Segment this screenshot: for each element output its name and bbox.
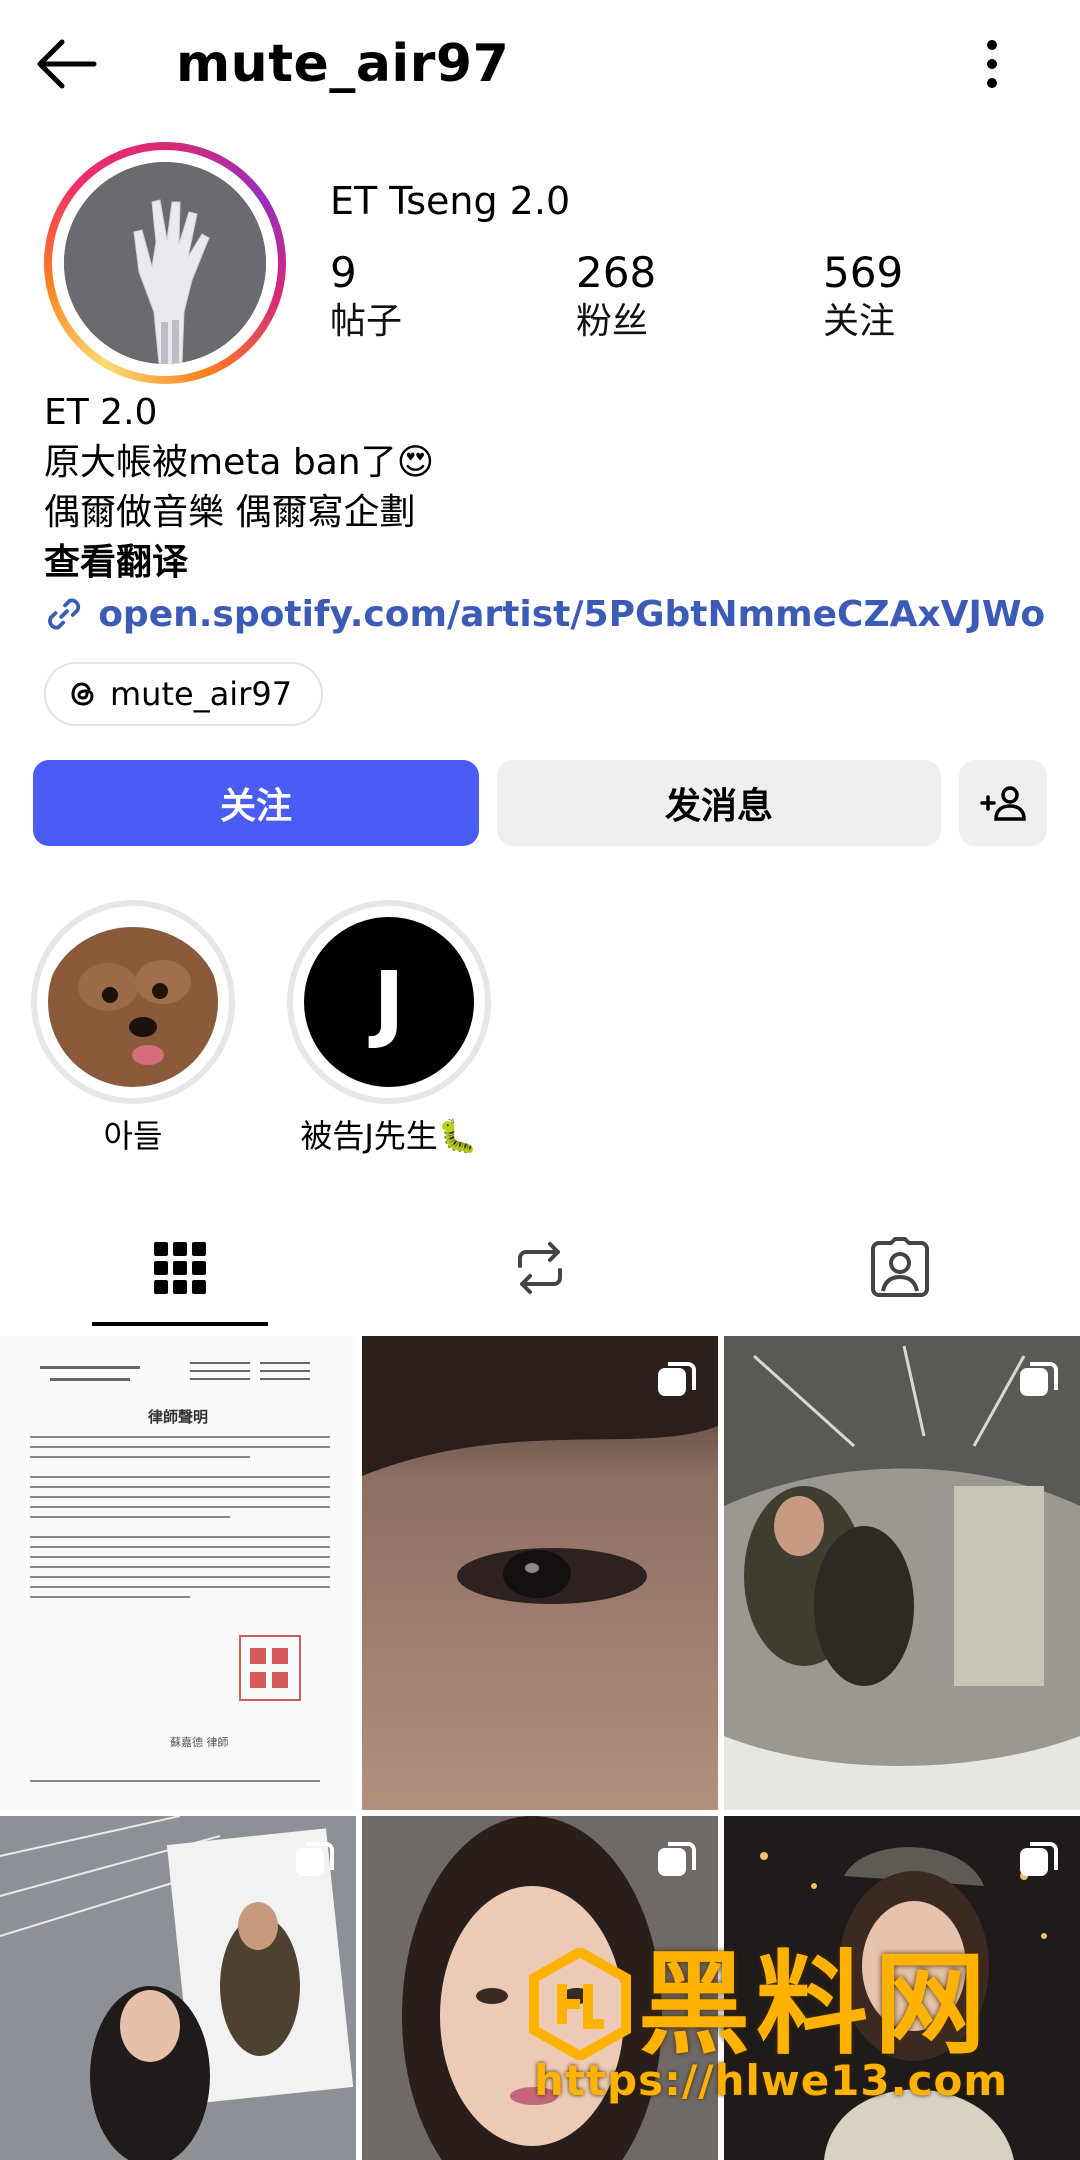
- tab-grid[interactable]: [92, 1210, 268, 1326]
- highlight-item[interactable]: 아들: [31, 900, 235, 1158]
- highlight-ring: [31, 900, 235, 1104]
- post-thumbnail[interactable]: [724, 1816, 1080, 2160]
- bio-line: 偶爾做音樂 偶爾寫企劃: [44, 492, 416, 533]
- grid-icon: [154, 1242, 206, 1294]
- stat-following-label: 关注: [823, 301, 896, 342]
- notice-signature: 蘇嘉德 律師: [170, 1736, 229, 1749]
- threads-handle: mute_air97: [110, 675, 293, 713]
- profile-tabs: [0, 1210, 1080, 1326]
- warehouse-selfie-image: [724, 1336, 1080, 1810]
- carousel-icon: [658, 1842, 696, 1876]
- carousel-icon: [296, 1842, 334, 1876]
- link-icon: [48, 598, 81, 630]
- threads-badge[interactable]: mute_air97: [44, 662, 323, 726]
- stat-followers-value: 268: [576, 248, 657, 297]
- avatar[interactable]: [64, 162, 266, 364]
- repost-icon: [518, 1242, 562, 1294]
- more-vertical-icon: [987, 40, 997, 88]
- see-translation-link[interactable]: 查看翻译: [44, 538, 434, 588]
- message-button[interactable]: 发消息: [497, 760, 941, 846]
- post-thumbnail[interactable]: [724, 1336, 1080, 1810]
- j-avatar-image: J: [304, 917, 474, 1087]
- highlight-initial: J: [373, 953, 405, 1051]
- stat-followers[interactable]: 268 粉丝: [576, 248, 656, 346]
- stat-posts[interactable]: 9 帖子: [330, 248, 402, 346]
- more-options-button[interactable]: [972, 32, 1012, 96]
- active-tab-indicator: [92, 1322, 268, 1326]
- display-name: ET Tseng 2.0: [330, 179, 571, 223]
- carousel-icon: [658, 1362, 696, 1396]
- bio: ET 2.0 原大帳被meta ban了😍 偶爾做音樂 偶爾寫企劃 查看翻译: [44, 388, 434, 588]
- notice-title: 律師聲明: [147, 1408, 208, 1426]
- highlight-label: 被告J先生🐛: [300, 1117, 478, 1155]
- post-thumbnail[interactable]: [362, 1336, 718, 1810]
- post-thumbnail[interactable]: [0, 1816, 356, 2160]
- carousel-icon: [1020, 1842, 1058, 1876]
- highlight-label: 아들: [103, 1117, 163, 1155]
- story-ring[interactable]: [44, 142, 286, 384]
- tab-reposts[interactable]: [452, 1210, 628, 1326]
- tagged-person-icon: [871, 1237, 929, 1297]
- top-bar: mute_air97: [0, 0, 1080, 130]
- follow-button[interactable]: 关注: [33, 760, 479, 846]
- link-url: open.spotify.com/artist/5PGbtNmmeCZAxVJW…: [98, 593, 1044, 635]
- stat-followers-label: 粉丝: [576, 301, 649, 342]
- bio-line: 原大帳被meta ban了😍: [44, 442, 435, 483]
- suggest-users-button[interactable]: [959, 760, 1047, 846]
- dog-image: [48, 917, 218, 1087]
- bio-line: ET 2.0: [44, 392, 158, 433]
- highlight-ring: J: [287, 900, 491, 1104]
- add-person-icon: [980, 786, 1026, 821]
- external-link[interactable]: open.spotify.com/artist/5PGbtNmmeCZAxVJW…: [44, 584, 1044, 644]
- back-button[interactable]: [30, 32, 102, 96]
- arrow-left-icon: [37, 39, 97, 89]
- stat-posts-value: 9: [330, 248, 357, 297]
- stat-posts-label: 帖子: [330, 301, 403, 342]
- stat-following[interactable]: 569 关注: [823, 248, 903, 346]
- tab-tagged[interactable]: [812, 1210, 988, 1326]
- carousel-icon: [1020, 1362, 1058, 1396]
- post-thumbnail[interactable]: 律師聲明 蘇嘉德 律師: [0, 1336, 356, 1810]
- stat-following-value: 569: [823, 248, 904, 297]
- profile-username: mute_air97: [176, 34, 510, 94]
- post-thumbnail[interactable]: [362, 1816, 718, 2160]
- threads-icon: [71, 682, 94, 706]
- highlight-item[interactable]: J 被告J先生🐛: [287, 900, 491, 1158]
- xray-hand-image: [64, 162, 266, 364]
- eye-closeup-image: [362, 1336, 718, 1810]
